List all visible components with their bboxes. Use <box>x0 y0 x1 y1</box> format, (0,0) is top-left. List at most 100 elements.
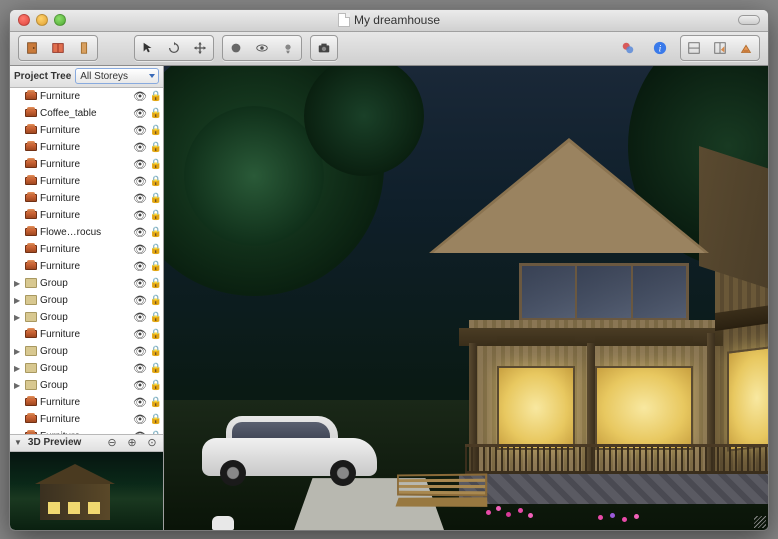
lock-icon[interactable]: 🔒 <box>149 278 163 289</box>
tree-item[interactable]: ▶Group👁🔒 <box>10 292 163 309</box>
sidebar: Project Tree All Storeys Furniture👁🔒Coff… <box>10 66 164 530</box>
lock-icon[interactable]: 🔒 <box>149 363 163 374</box>
lock-icon[interactable]: 🔒 <box>149 142 163 153</box>
visibility-icon[interactable]: 👁 <box>133 396 147 409</box>
lock-icon[interactable]: 🔒 <box>149 414 163 425</box>
window-tool-button[interactable] <box>46 37 70 59</box>
snapshot-button[interactable] <box>312 37 336 59</box>
visibility-icon[interactable]: 👁 <box>133 107 147 120</box>
zoom-out-button[interactable]: ⊖ <box>105 436 119 450</box>
lock-icon[interactable]: 🔒 <box>149 380 163 391</box>
lock-icon[interactable]: 🔒 <box>149 244 163 255</box>
view-split-button[interactable] <box>708 37 732 59</box>
tree-item[interactable]: Furniture👁🔒 <box>10 173 163 190</box>
project-tree[interactable]: Furniture👁🔒Coffee_table👁🔒Furniture👁🔒Furn… <box>10 88 163 434</box>
eye-view-button[interactable] <box>250 37 274 59</box>
door-tool-button[interactable] <box>20 37 44 59</box>
disclosure-icon[interactable]: ▶ <box>14 279 22 288</box>
visibility-icon[interactable]: 👁 <box>133 141 147 154</box>
tree-item[interactable]: ▶Group👁🔒 <box>10 343 163 360</box>
tree-item[interactable]: Furniture👁🔒 <box>10 258 163 275</box>
pointer-tool-button[interactable] <box>136 37 160 59</box>
lock-icon[interactable]: 🔒 <box>149 210 163 221</box>
main-viewport[interactable] <box>164 66 768 530</box>
disclosure-icon[interactable]: ▶ <box>14 296 22 305</box>
visibility-icon[interactable]: 👁 <box>133 226 147 239</box>
visibility-icon[interactable]: 👁 <box>133 345 147 358</box>
tree-item[interactable]: Flowe…rocus👁🔒 <box>10 224 163 241</box>
lock-icon[interactable]: 🔒 <box>149 108 163 119</box>
materials-button[interactable] <box>616 37 640 59</box>
lock-icon[interactable]: 🔒 <box>149 312 163 323</box>
tree-item[interactable]: Furniture👁🔒 <box>10 122 163 139</box>
pan-tool-button[interactable] <box>188 37 212 59</box>
lock-icon[interactable]: 🔒 <box>149 159 163 170</box>
lock-icon[interactable]: 🔒 <box>149 261 163 272</box>
visibility-icon[interactable]: 👁 <box>133 294 147 307</box>
lock-icon[interactable]: 🔒 <box>149 227 163 238</box>
view-3d-button[interactable] <box>734 37 758 59</box>
tree-item[interactable]: Furniture👁🔒 <box>10 190 163 207</box>
visibility-icon[interactable]: 👁 <box>133 243 147 256</box>
disclosure-icon[interactable]: ▶ <box>14 364 22 373</box>
tree-item[interactable]: ▶Group👁🔒 <box>10 360 163 377</box>
lock-icon[interactable]: 🔒 <box>149 346 163 357</box>
visibility-icon[interactable]: 👁 <box>133 192 147 205</box>
tree-item[interactable]: Coffee_table👁🔒 <box>10 105 163 122</box>
tree-item[interactable]: Furniture👁🔒 <box>10 326 163 343</box>
zoom-button[interactable] <box>54 14 66 26</box>
titlebar[interactable]: My dreamhouse <box>10 10 768 32</box>
lock-icon[interactable]: 🔒 <box>149 176 163 187</box>
column-tool-button[interactable] <box>72 37 96 59</box>
disclosure-icon[interactable]: ▶ <box>14 313 22 322</box>
tree-item[interactable]: Furniture👁🔒 <box>10 411 163 428</box>
visibility-icon[interactable]: 👁 <box>133 158 147 171</box>
tree-item[interactable]: Furniture👁🔒 <box>10 139 163 156</box>
disclosure-icon[interactable]: ▶ <box>14 381 22 390</box>
visibility-icon[interactable]: 👁 <box>133 90 147 103</box>
visibility-icon[interactable]: 👁 <box>133 311 147 324</box>
lock-icon[interactable]: 🔒 <box>149 193 163 204</box>
lock-icon[interactable]: 🔒 <box>149 295 163 306</box>
visibility-icon[interactable]: 👁 <box>133 209 147 222</box>
tree-item[interactable]: ▶Group👁🔒 <box>10 309 163 326</box>
tree-item[interactable]: Furniture👁🔒 <box>10 156 163 173</box>
tree-item[interactable]: Furniture👁🔒 <box>10 394 163 411</box>
visibility-icon[interactable]: 👁 <box>133 277 147 290</box>
lock-icon[interactable]: 🔒 <box>149 125 163 136</box>
light-tool-button[interactable] <box>276 37 300 59</box>
lock-icon[interactable]: 🔒 <box>149 91 163 102</box>
lock-icon[interactable]: 🔒 <box>149 397 163 408</box>
preview-label: 3D Preview <box>28 437 99 448</box>
info-button[interactable]: i <box>648 37 672 59</box>
visibility-icon[interactable]: 👁 <box>133 175 147 188</box>
zoom-in-button[interactable]: ⊕ <box>125 436 139 450</box>
zoom-fit-button[interactable]: ⊙ <box>145 436 159 450</box>
record-button[interactable] <box>224 37 248 59</box>
visibility-icon[interactable]: 👁 <box>133 124 147 137</box>
tree-item[interactable]: Furniture👁🔒 <box>10 241 163 258</box>
visibility-icon[interactable]: 👁 <box>133 413 147 426</box>
minimize-button[interactable] <box>36 14 48 26</box>
furn-icon <box>24 396 38 408</box>
project-tree-label: Project Tree <box>14 71 71 82</box>
tree-item[interactable]: Furniture👁🔒 <box>10 207 163 224</box>
close-button[interactable] <box>18 14 30 26</box>
rotate-tool-button[interactable] <box>162 37 186 59</box>
tree-item[interactable]: ▶Group👁🔒 <box>10 275 163 292</box>
lock-icon[interactable]: 🔒 <box>149 329 163 340</box>
view-2d-button[interactable] <box>682 37 706 59</box>
visibility-icon[interactable]: 👁 <box>133 362 147 375</box>
visibility-icon[interactable]: 👁 <box>133 328 147 341</box>
visibility-icon[interactable]: 👁 <box>133 260 147 273</box>
preview-thumbnail[interactable] <box>10 452 163 530</box>
visibility-icon[interactable]: 👁 <box>133 379 147 392</box>
tree-item[interactable]: ▶Group👁🔒 <box>10 377 163 394</box>
storey-dropdown-value: All Storeys <box>80 71 128 82</box>
tree-item[interactable]: Furniture👁🔒 <box>10 88 163 105</box>
resize-handle[interactable] <box>754 516 766 528</box>
disclosure-icon[interactable]: ▶ <box>14 347 22 356</box>
toolbar-toggle-pill[interactable] <box>738 15 760 25</box>
preview-disclosure-icon[interactable]: ▼ <box>14 438 22 447</box>
storey-dropdown[interactable]: All Storeys <box>75 68 159 84</box>
